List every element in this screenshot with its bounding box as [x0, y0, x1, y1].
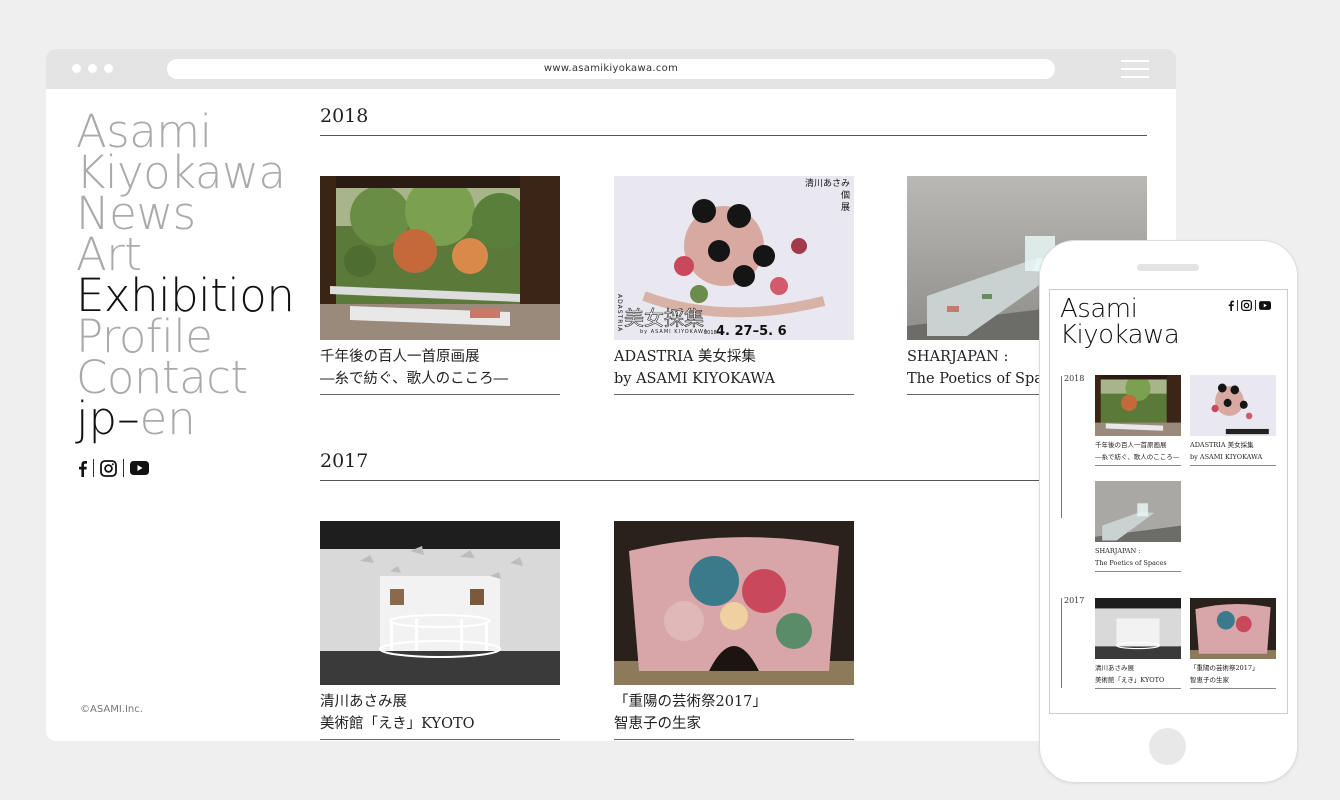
language-switch: jp–en	[76, 392, 196, 445]
youtube-icon[interactable]	[130, 461, 149, 475]
mobile-social-links	[1228, 300, 1271, 311]
poster-by: by ASAMI KIYOKAWA	[640, 329, 709, 335]
year-timeline-line	[1061, 376, 1062, 518]
poster-kind: 個	[840, 191, 850, 201]
lang-jp[interactable]: jp	[76, 392, 117, 445]
phone-mockup: Asami Kiyokawa 2018 千年後の百人一首原画展 ―糸で紡ぐ、歌人…	[1039, 240, 1298, 783]
exhibition-image-museum-eki[interactable]	[320, 521, 560, 685]
lang-dash: –	[117, 392, 140, 445]
mobile-exhibition-card[interactable]: ADASTRIA 美女採集 by ASAMI KIYOKAWA	[1190, 375, 1276, 466]
window-controls[interactable]	[72, 64, 113, 73]
poster-kind: 展	[840, 203, 850, 213]
mobile-exhibition-card[interactable]: 千年後の百人一首原画展 ―糸で紡ぐ、歌人のこころ―	[1095, 375, 1181, 466]
divider	[123, 459, 124, 477]
mobile-exhibition-card[interactable]: 清川あさみ展 美術館「えき」KYOTO	[1095, 598, 1181, 689]
mobile-image-museum-eki[interactable]	[1095, 598, 1181, 659]
phone-speaker	[1137, 264, 1199, 271]
phone-home-button[interactable]	[1149, 728, 1186, 765]
exhibition-poster-adastria[interactable]: 清川あさみ 個 展 ADASTRIA 美女採集 by ASAMI KIYOKAW…	[614, 176, 854, 340]
mobile-year-2017: 2017	[1064, 596, 1085, 605]
divider	[1237, 300, 1238, 311]
mobile-year-2018: 2018	[1064, 374, 1085, 383]
instagram-icon[interactable]	[1241, 300, 1252, 311]
address-bar[interactable]: www.asamikiyokawa.com	[167, 59, 1055, 79]
mobile-image-chieko-house[interactable]	[1190, 598, 1276, 659]
poster-title: 美女採集	[624, 306, 705, 331]
browser-toolbar: www.asamikiyokawa.com	[46, 49, 1176, 89]
youtube-icon[interactable]	[1259, 301, 1271, 310]
mobile-exhibition-caption: ADASTRIA 美女採集 by ASAMI KIYOKAWA	[1190, 439, 1276, 466]
divider	[93, 459, 94, 477]
exhibition-image-chieko-house[interactable]	[614, 521, 854, 685]
mobile-poster-adastria[interactable]	[1190, 375, 1276, 436]
social-links	[78, 459, 149, 477]
year-divider	[320, 480, 1147, 481]
site-navigation: Asami Kiyokawa News Art Exhibition Profi…	[76, 109, 295, 441]
phone-screen: Asami Kiyokawa 2018 千年後の百人一首原画展 ―糸で紡ぐ、歌人…	[1049, 289, 1288, 714]
exhibition-caption: ADASTRIA 美女採集 by ASAMI KIYOKAWA	[614, 346, 854, 395]
exhibition-image-temple-garden[interactable]	[320, 176, 560, 340]
exhibition-caption: 清川あさみ展 美術館「えき」KYOTO	[320, 691, 560, 740]
year-divider	[320, 135, 1147, 136]
mobile-exhibition-caption: SHARJAPAN : The Poetics of Spaces	[1095, 545, 1181, 572]
divider	[1255, 300, 1256, 311]
poster-artist: 清川あさみ	[804, 179, 850, 189]
mobile-exhibition-caption: 千年後の百人一首原画展 ―糸で紡ぐ、歌人のこころ―	[1095, 439, 1181, 466]
mobile-image-temple-garden[interactable]	[1095, 375, 1181, 436]
browser-window: www.asamikiyokawa.com Asami Kiyokawa New…	[46, 49, 1176, 741]
mobile-exhibition-card[interactable]: 「重陽の芸術祭2017」 智恵子の生家	[1190, 598, 1276, 689]
mobile-exhibition-caption: 清川あさみ展 美術館「えき」KYOTO	[1095, 662, 1181, 689]
exhibition-card[interactable]: 清川あさみ 個 展 ADASTRIA 美女採集 by ASAMI KIYOKAW…	[614, 176, 854, 395]
mobile-site-title[interactable]: Asami Kiyokawa	[1060, 296, 1180, 348]
menu-icon[interactable]	[1121, 60, 1149, 78]
exhibition-caption: 千年後の百人一首原画展 ―糸で紡ぐ、歌人のこころ―	[320, 346, 560, 395]
facebook-icon[interactable]	[1228, 300, 1234, 311]
exhibition-card[interactable]: 「重陽の芸術祭2017」 智恵子の生家	[614, 521, 854, 740]
exhibition-caption: 「重陽の芸術祭2017」 智恵子の生家	[614, 691, 854, 740]
poster-brand: ADASTRIA	[616, 294, 623, 333]
copyright: ©ASAMI.Inc.	[80, 704, 143, 715]
mobile-image-sharjapan[interactable]	[1095, 481, 1181, 542]
lang-en[interactable]: en	[140, 392, 196, 445]
poster-dates: 4. 27–5. 6	[716, 324, 787, 339]
mobile-exhibition-card[interactable]: SHARJAPAN : The Poetics of Spaces	[1095, 481, 1181, 572]
facebook-icon[interactable]	[78, 460, 87, 477]
exhibition-card[interactable]: 千年後の百人一首原画展 ―糸で紡ぐ、歌人のこころ―	[320, 176, 560, 395]
year-heading-2017: 2017	[320, 450, 369, 472]
exhibition-card[interactable]: 清川あさみ展 美術館「えき」KYOTO	[320, 521, 560, 740]
year-heading-2018: 2018	[320, 105, 369, 127]
year-timeline-line	[1061, 598, 1062, 688]
mobile-exhibition-caption: 「重陽の芸術祭2017」 智恵子の生家	[1190, 662, 1276, 689]
poster-year: 2018	[704, 330, 717, 336]
instagram-icon[interactable]	[100, 459, 117, 477]
